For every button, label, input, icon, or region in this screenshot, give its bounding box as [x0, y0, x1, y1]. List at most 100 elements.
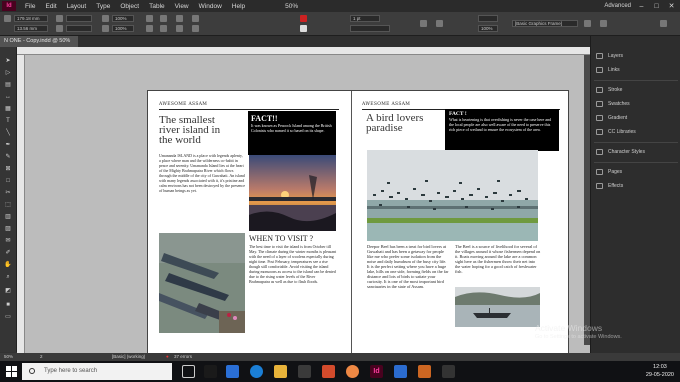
- taskbar-search-input[interactable]: Type here to search: [22, 363, 172, 380]
- pencil-tool-icon[interactable]: ✎: [3, 153, 13, 161]
- y-position-field[interactable]: 13.56 mm: [14, 25, 48, 32]
- when-to-visit-text: The best time to visit the island is fro…: [249, 244, 337, 284]
- panel-swatches[interactable]: Swatches: [591, 98, 680, 110]
- panel-layers[interactable]: Layers: [591, 50, 680, 62]
- quick-apply-icon[interactable]: [584, 20, 591, 27]
- task-view-icon[interactable]: [182, 365, 195, 378]
- minimize-icon[interactable]: –: [637, 3, 646, 10]
- note-tool-icon[interactable]: ✉: [3, 237, 13, 245]
- corner-size-field[interactable]: [478, 15, 498, 22]
- panel-gradient[interactable]: Gradient: [591, 112, 680, 124]
- menu-type[interactable]: Type: [91, 3, 115, 10]
- panel-effects[interactable]: Effects: [591, 180, 680, 192]
- panel-pages[interactable]: Pages: [591, 166, 680, 178]
- height-icon: [56, 25, 63, 32]
- rectangle-tool-icon[interactable]: □: [3, 177, 13, 185]
- line-tool-icon[interactable]: ╲: [3, 129, 13, 137]
- panel-cc-libraries[interactable]: CC Libraries: [591, 126, 680, 138]
- select-next-icon[interactable]: [192, 25, 199, 32]
- menu-object[interactable]: Object: [115, 3, 144, 10]
- hand-tool-icon[interactable]: ✋: [3, 261, 13, 269]
- close-icon[interactable]: ✕: [667, 2, 676, 10]
- menu-table[interactable]: Table: [144, 3, 170, 10]
- gap-tool-icon[interactable]: ↔: [3, 93, 13, 101]
- type-tool-icon[interactable]: T: [3, 117, 13, 125]
- scale-y-field[interactable]: 100%: [112, 25, 134, 32]
- document-tab[interactable]: N ONE - Copy.indd @ 50%: [0, 36, 79, 47]
- flip-horizontal-icon[interactable]: [160, 15, 167, 22]
- free-transform-tool-icon[interactable]: ⬚: [3, 201, 13, 209]
- photos-icon[interactable]: [418, 365, 431, 378]
- gradient-feather-tool-icon[interactable]: ▨: [3, 225, 13, 233]
- file-explorer-icon[interactable]: [274, 365, 287, 378]
- media-player-icon[interactable]: [322, 365, 335, 378]
- eyedropper-tool-icon[interactable]: ✐: [3, 249, 13, 257]
- apply-color-icon[interactable]: ■: [3, 301, 13, 309]
- content-collector-icon[interactable]: ▦: [3, 105, 13, 113]
- selection-tool-icon[interactable]: ➤: [3, 57, 13, 65]
- workspace-switcher[interactable]: Advanced: [604, 3, 631, 9]
- birds-lake-image: [367, 150, 538, 241]
- document-canvas[interactable]: AWESOME ASSAM The smallest river island …: [17, 47, 590, 353]
- gradient-swatch-tool-icon[interactable]: ▥: [3, 213, 13, 221]
- select-content-icon[interactable]: [176, 25, 183, 32]
- menu-window[interactable]: Window: [194, 3, 227, 10]
- panel-character-styles[interactable]: Character Styles: [591, 146, 680, 158]
- rotate-icon[interactable]: [146, 15, 153, 22]
- shear-icon[interactable]: [146, 25, 153, 32]
- status-preflight-profile[interactable]: [Basic] (working): [112, 353, 145, 361]
- system-clock[interactable]: 12:03 29-05-2020: [646, 363, 674, 379]
- status-page-number[interactable]: 2: [40, 353, 43, 361]
- maximize-icon[interactable]: □: [652, 3, 661, 10]
- pen-tool-icon[interactable]: ✒: [3, 141, 13, 149]
- zoom-tool-icon[interactable]: ⌕: [3, 273, 13, 281]
- menu-view[interactable]: View: [170, 3, 194, 10]
- stroke-swatch-icon[interactable]: [300, 25, 307, 32]
- scissors-tool-icon[interactable]: ✂: [3, 189, 13, 197]
- drop-shadow-icon[interactable]: [436, 20, 443, 27]
- stroke-weight-field[interactable]: 1 pt: [350, 15, 380, 22]
- error-dot-icon: ●: [166, 354, 169, 359]
- right-fact-body: What is heartening is that overfishing i…: [449, 117, 552, 132]
- x-position-field[interactable]: 179.18 mm: [14, 15, 48, 22]
- indesign-taskbar-icon[interactable]: Id: [370, 365, 383, 378]
- store-icon[interactable]: [226, 365, 239, 378]
- effects-fx-icon[interactable]: [420, 20, 427, 27]
- mail-icon[interactable]: [298, 365, 311, 378]
- chrome-icon[interactable]: [346, 365, 359, 378]
- width-field[interactable]: [66, 15, 92, 22]
- panel-links[interactable]: Links: [591, 64, 680, 76]
- zoom-dropdown[interactable]: 50%: [280, 3, 303, 10]
- auto-fit-icon[interactable]: [600, 20, 607, 27]
- flip-vertical-icon[interactable]: [160, 25, 167, 32]
- menu-file[interactable]: File: [20, 3, 40, 10]
- panel-menu-icon[interactable]: [660, 20, 667, 27]
- stroke-type-dropdown[interactable]: [350, 25, 390, 32]
- edge-browser-icon[interactable]: [250, 365, 263, 378]
- page-tool-icon[interactable]: ▤: [3, 81, 13, 89]
- screen-mode-icon[interactable]: ▭: [3, 313, 13, 321]
- menu-layout[interactable]: Layout: [62, 3, 92, 10]
- layers-icon: [596, 53, 603, 59]
- scale-x-field[interactable]: 100%: [112, 15, 134, 22]
- select-previous-icon[interactable]: [192, 15, 199, 22]
- fill-swatch-icon[interactable]: [300, 15, 307, 22]
- panel-stroke[interactable]: Stroke: [591, 84, 680, 96]
- direct-selection-tool-icon[interactable]: ▷: [3, 69, 13, 77]
- opacity-field[interactable]: 100%: [478, 25, 498, 32]
- app-icon[interactable]: [442, 365, 455, 378]
- menu-edit[interactable]: Edit: [40, 3, 61, 10]
- object-style-dropdown[interactable]: [Basic Graphics Frame]: [512, 20, 578, 27]
- file-explorer-alt-icon[interactable]: [204, 365, 217, 378]
- height-field[interactable]: [66, 25, 92, 32]
- gradient-icon: [596, 115, 603, 121]
- select-container-icon[interactable]: [176, 15, 183, 22]
- status-errors[interactable]: 37 errors: [174, 353, 192, 361]
- reference-point-icon[interactable]: [4, 15, 11, 22]
- windows-start-icon[interactable]: [6, 366, 17, 377]
- word-icon[interactable]: [394, 365, 407, 378]
- menu-help[interactable]: Help: [227, 3, 250, 10]
- status-zoom[interactable]: 50%: [4, 353, 13, 361]
- fill-stroke-swatch-icon[interactable]: ◩: [3, 287, 13, 295]
- rectangle-frame-tool-icon[interactable]: ⊠: [3, 165, 13, 173]
